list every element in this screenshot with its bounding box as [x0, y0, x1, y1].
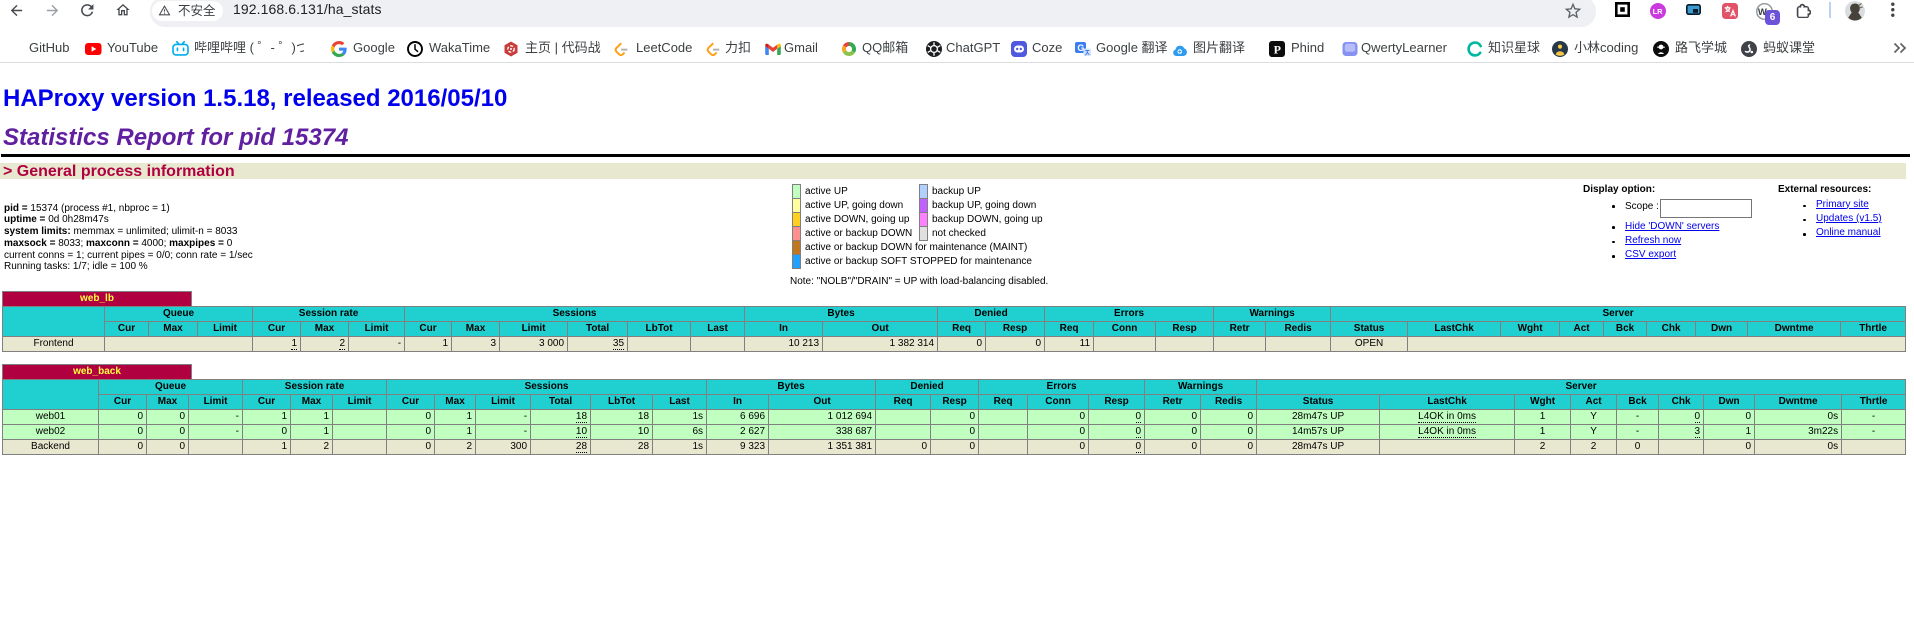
svg-text:LR: LR — [1653, 7, 1664, 16]
svg-text:P: P — [1274, 43, 1281, 57]
svg-text:G: G — [1077, 43, 1084, 53]
